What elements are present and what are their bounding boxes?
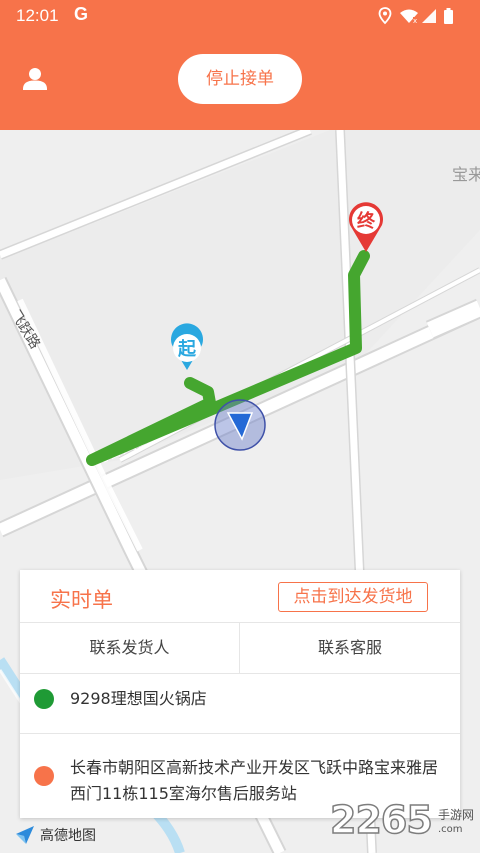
delivery-dot-icon bbox=[34, 766, 54, 786]
location-icon bbox=[378, 7, 392, 25]
order-type-title: 实时单 bbox=[50, 588, 113, 612]
svg-text:x: x bbox=[413, 17, 417, 25]
contact-service-button[interactable]: 联系客服 bbox=[240, 623, 460, 673]
end-marker-label: 终 bbox=[357, 210, 376, 232]
status-time: 12:01 bbox=[16, 6, 59, 25]
order-card: 实时单 点击到达发货地 联系发货人 联系客服 9298理想国火锅店 长春市朝阳区… bbox=[20, 570, 460, 818]
map-provider-text: 高德地图 bbox=[40, 828, 96, 844]
watermark-number: 2265 bbox=[329, 797, 433, 843]
watermark-sub: 手游网 bbox=[438, 808, 475, 822]
contact-shipper-button[interactable]: 联系发货人 bbox=[20, 623, 240, 673]
status-bar: 12:01 G x bbox=[0, 0, 480, 32]
pickup-address-row: 9298理想国火锅店 bbox=[20, 673, 460, 734]
contact-row: 联系发货人 联系客服 bbox=[20, 622, 460, 674]
site-watermark: 2265 手游网 .com bbox=[329, 797, 480, 853]
wifi-icon: x bbox=[400, 9, 418, 25]
map-provider-logo: 高德地图 bbox=[14, 824, 96, 846]
current-location-icon bbox=[214, 399, 266, 451]
signal-icon bbox=[422, 9, 436, 23]
app-header: 停止接单 bbox=[0, 32, 480, 130]
status-icons: x bbox=[378, 7, 453, 25]
battery-icon bbox=[444, 8, 453, 24]
arrive-at-pickup-button[interactable]: 点击到达发货地 bbox=[278, 582, 428, 612]
start-marker-label: 起 bbox=[177, 338, 197, 360]
stop-accepting-button[interactable]: 停止接单 bbox=[178, 54, 302, 104]
watermark-url: .com bbox=[438, 824, 463, 835]
amap-logo-icon bbox=[16, 826, 34, 844]
street-label-bao: 宝来 bbox=[452, 165, 480, 184]
user-button[interactable] bbox=[20, 64, 50, 94]
pickup-address: 9298理想国火锅店 bbox=[70, 689, 207, 708]
pickup-dot-icon bbox=[34, 689, 54, 709]
google-icon: G bbox=[74, 4, 89, 24]
user-icon bbox=[23, 68, 47, 90]
